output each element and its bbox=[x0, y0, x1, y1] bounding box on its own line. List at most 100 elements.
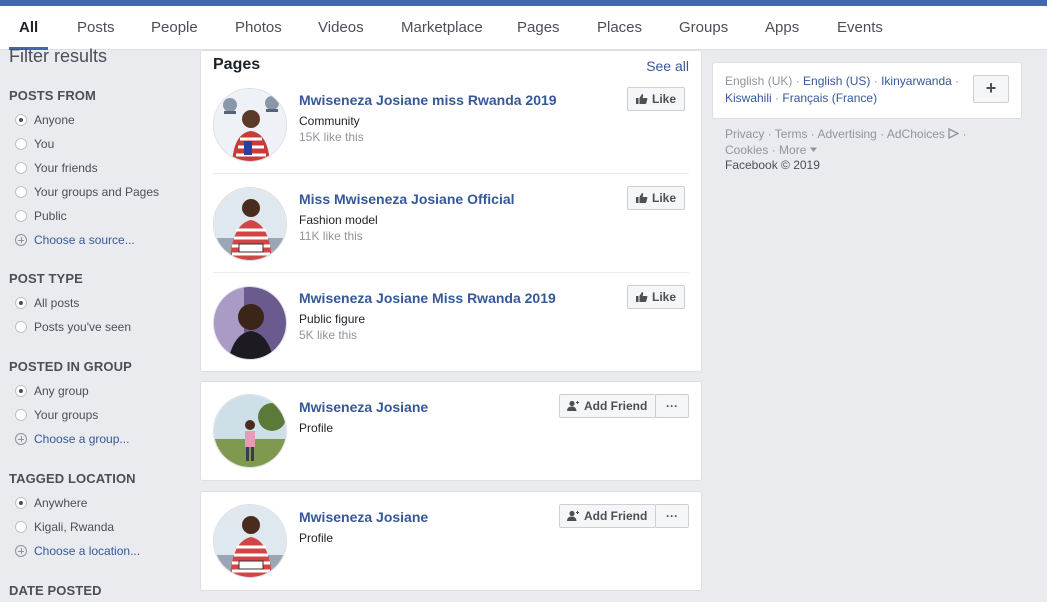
filter-link-label: Choose a group... bbox=[34, 432, 130, 446]
tab-places[interactable]: Places bbox=[597, 6, 642, 50]
add-friend-icon bbox=[567, 400, 579, 411]
filter-option-label: All posts bbox=[34, 296, 80, 310]
filter-option-your-groups[interactable]: Your groups bbox=[9, 403, 189, 427]
person-result-card: Mwiseneza Josiane Profile Add Friend ··· bbox=[200, 491, 702, 591]
chevron-down-icon bbox=[809, 147, 817, 152]
footer-link-terms[interactable]: Terms bbox=[775, 127, 808, 141]
filter-option-label: Any group bbox=[34, 384, 89, 398]
language-link[interactable]: Ikinyarwanda bbox=[881, 74, 952, 88]
person-avatar[interactable] bbox=[213, 504, 287, 578]
tab-groups[interactable]: Groups bbox=[679, 6, 728, 50]
tab-marketplace[interactable]: Marketplace bbox=[401, 6, 483, 50]
tab-photos[interactable]: Photos bbox=[235, 6, 282, 50]
footer-link-adchoices[interactable]: AdChoices bbox=[887, 127, 945, 141]
tab-posts[interactable]: Posts bbox=[77, 6, 115, 50]
add-friend-button[interactable]: Add Friend bbox=[559, 504, 656, 528]
language-link[interactable]: Français (France) bbox=[782, 91, 877, 105]
filter-option-anywhere[interactable]: Anywhere bbox=[9, 491, 189, 515]
like-button-label: Like bbox=[652, 191, 677, 205]
like-button-label: Like bbox=[652, 290, 677, 304]
like-page-button[interactable]: Like bbox=[627, 285, 685, 309]
see-all-link[interactable]: See all bbox=[646, 58, 689, 74]
person-subtitle: Profile bbox=[299, 421, 334, 435]
add-friend-label: Add Friend bbox=[584, 399, 648, 413]
thumbs-up-icon bbox=[636, 193, 648, 203]
page-like-count: 15K like this bbox=[299, 130, 364, 144]
person-result-card: Mwiseneza Josiane Profile Add Friend ··· bbox=[200, 381, 702, 481]
filter-heading: POSTED IN GROUP bbox=[9, 359, 132, 374]
language-link[interactable]: English (US) bbox=[803, 74, 870, 88]
person-avatar[interactable] bbox=[213, 394, 287, 468]
choose-location-link[interactable]: Choose a location... bbox=[9, 539, 189, 563]
tab-pages[interactable]: Pages bbox=[517, 6, 560, 50]
page-category: Fashion model bbox=[299, 213, 378, 227]
choose-group-link[interactable]: Choose a group... bbox=[9, 427, 189, 451]
search-tabs-bar: All Posts People Photos Videos Marketpla… bbox=[0, 6, 1047, 50]
filter-option-label: Kigali, Rwanda bbox=[34, 520, 115, 534]
filter-option-all-posts[interactable]: All posts bbox=[9, 291, 189, 315]
tab-events[interactable]: Events bbox=[837, 6, 883, 50]
filter-option-kigali[interactable]: Kigali, Rwanda bbox=[9, 515, 189, 539]
add-circle-icon bbox=[15, 433, 27, 445]
add-friend-icon bbox=[567, 510, 579, 521]
add-language-button[interactable]: + bbox=[973, 75, 1009, 103]
footer-link-privacy[interactable]: Privacy bbox=[725, 127, 764, 141]
more-options-button[interactable]: ··· bbox=[655, 504, 689, 528]
filter-results-title: Filter results bbox=[9, 46, 108, 66]
filter-section-posts-from: POSTS FROM Anyone You Your friends Your … bbox=[9, 88, 189, 252]
page-result-row: Miss Mwiseneza Josiane Official Fashion … bbox=[213, 174, 689, 273]
more-dots-icon: ··· bbox=[666, 399, 678, 413]
page-name-link[interactable]: Mwiseneza Josiane miss Rwanda 2019 bbox=[299, 92, 557, 108]
copyright-text: Facebook © 2019 bbox=[725, 158, 820, 172]
page-avatar[interactable] bbox=[213, 187, 287, 261]
filter-section-posted-in-group: POSTED IN GROUP Any group Your groups Ch… bbox=[9, 359, 189, 451]
like-page-button[interactable]: Like bbox=[627, 186, 685, 210]
language-selector-card: English (UK) · English (US) · Ikinyarwan… bbox=[712, 62, 1022, 119]
page-category: Community bbox=[299, 114, 360, 128]
language-list: English (UK) · English (US) · Ikinyarwan… bbox=[725, 73, 965, 107]
page-name-link[interactable]: Mwiseneza Josiane Miss Rwanda 2019 bbox=[299, 290, 556, 306]
pages-results-card: Pages See all Mwiseneza Josiane miss Rwa… bbox=[200, 50, 702, 372]
thumbs-up-icon bbox=[636, 292, 648, 302]
tab-videos[interactable]: Videos bbox=[318, 6, 364, 50]
filter-option-any-group[interactable]: Any group bbox=[9, 379, 189, 403]
footer-link-more[interactable]: More bbox=[779, 143, 806, 157]
avatar-photo-icon bbox=[214, 287, 286, 359]
tab-people[interactable]: People bbox=[151, 6, 198, 50]
person-name-link[interactable]: Mwiseneza Josiane bbox=[299, 399, 428, 415]
page-name-link[interactable]: Miss Mwiseneza Josiane Official bbox=[299, 191, 515, 207]
filter-option-public[interactable]: Public bbox=[9, 204, 189, 228]
person-name-link[interactable]: Mwiseneza Josiane bbox=[299, 509, 428, 525]
filter-option-label: Your friends bbox=[34, 161, 98, 175]
radio-icon bbox=[15, 409, 27, 421]
tab-apps[interactable]: Apps bbox=[765, 6, 799, 50]
language-link[interactable]: Kiswahili bbox=[725, 91, 772, 105]
page-avatar[interactable] bbox=[213, 88, 287, 162]
filter-option-your-friends[interactable]: Your friends bbox=[9, 156, 189, 180]
filter-option-you[interactable]: You bbox=[9, 132, 189, 156]
filter-option-groups-pages[interactable]: Your groups and Pages bbox=[9, 180, 189, 204]
like-page-button[interactable]: Like bbox=[627, 87, 685, 111]
separator: · bbox=[873, 74, 882, 88]
filter-option-anyone[interactable]: Anyone bbox=[9, 108, 189, 132]
radio-icon bbox=[15, 210, 27, 222]
filter-option-label: Anyone bbox=[34, 113, 75, 127]
footer-link-cookies[interactable]: Cookies bbox=[725, 143, 768, 157]
add-circle-icon bbox=[15, 545, 27, 557]
more-options-button[interactable]: ··· bbox=[655, 394, 689, 418]
page-result-row: Mwiseneza Josiane miss Rwanda 2019 Commu… bbox=[213, 75, 689, 174]
choose-source-link[interactable]: Choose a source... bbox=[9, 228, 189, 252]
page-avatar[interactable] bbox=[213, 286, 287, 360]
filter-link-label: Choose a source... bbox=[34, 233, 135, 247]
filter-section-date-posted: DATE POSTED bbox=[9, 583, 189, 602]
filter-link-label: Choose a location... bbox=[34, 544, 141, 558]
add-friend-button[interactable]: Add Friend bbox=[559, 394, 656, 418]
filter-heading: POST TYPE bbox=[9, 271, 83, 286]
filter-section-post-type: POST TYPE All posts Posts you've seen bbox=[9, 271, 189, 339]
avatar-photo-icon bbox=[214, 505, 286, 577]
footer-link-advertising[interactable]: Advertising bbox=[817, 127, 876, 141]
filter-option-posts-seen[interactable]: Posts you've seen bbox=[9, 315, 189, 339]
pages-section-title: Pages bbox=[213, 56, 261, 73]
thumbs-up-icon bbox=[636, 94, 648, 104]
tab-all[interactable]: All bbox=[8, 6, 49, 50]
